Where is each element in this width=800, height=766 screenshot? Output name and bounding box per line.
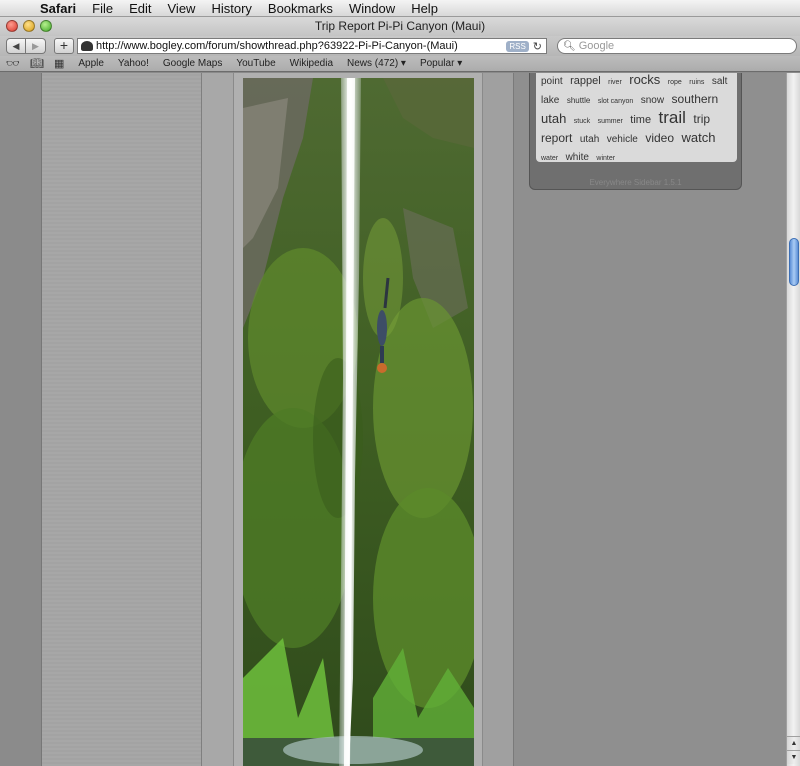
tag-link[interactable]: shuttle <box>567 96 591 105</box>
site-favicon-icon <box>81 41 93 51</box>
menu-edit[interactable]: Edit <box>121 1 159 16</box>
tag-link[interactable]: video <box>645 131 674 145</box>
tag-link[interactable]: point <box>541 76 563 87</box>
tag-link[interactable]: watch <box>681 130 715 145</box>
tag-link[interactable]: rocks <box>629 73 660 87</box>
tag-link[interactable]: rappel <box>570 75 601 87</box>
widget-footer: Everywhere Sidebar 1.5.1 <box>589 178 682 187</box>
tag-link[interactable]: trail <box>659 108 686 127</box>
tag-link[interactable]: southern <box>672 92 719 106</box>
tag-cloud-widget: point rappel river rocks rope ruins salt… <box>529 73 742 190</box>
url-text[interactable]: http://www.bogley.com/forum/showthread.p… <box>96 40 506 52</box>
browser-toolbar: ◀ ▶ + http://www.bogley.com/forum/showth… <box>0 36 800 56</box>
tag-link[interactable]: slot canyon <box>598 98 633 105</box>
scroll-up-icon[interactable]: ▲ <box>787 736 800 750</box>
minimize-window-icon[interactable] <box>23 20 35 32</box>
left-column <box>42 73 202 766</box>
search-field[interactable]: 🔍︎ Google <box>557 38 797 54</box>
search-placeholder: Google <box>578 40 615 52</box>
tag-link[interactable]: report <box>541 131 572 145</box>
scroll-arrows: ▲ ▼ <box>787 736 800 766</box>
bookmark-news-folder[interactable]: News (472) ▾ <box>347 58 406 69</box>
close-window-icon[interactable] <box>6 20 18 32</box>
bookmark-popular-folder[interactable]: Popular ▾ <box>420 58 462 69</box>
waterfall-photo <box>243 78 474 766</box>
search-icon[interactable]: 🔍︎ <box>563 41 576 52</box>
rss-button[interactable]: RSS <box>506 40 529 52</box>
vertical-scrollbar[interactable]: ▲ ▼ <box>786 73 800 766</box>
reading-glasses-icon[interactable]: 👓︎ <box>6 57 20 70</box>
forward-button[interactable]: ▶ <box>26 38 46 54</box>
page-content: point rappel river rocks rope ruins salt… <box>0 73 786 766</box>
add-bookmark-button[interactable]: + <box>54 38 74 54</box>
tag-link[interactable]: salt <box>712 76 728 87</box>
nav-buttons: ◀ ▶ <box>6 38 46 54</box>
menu-window[interactable]: Window <box>341 1 403 16</box>
reload-icon[interactable]: ↻ <box>533 40 542 53</box>
tag-link[interactable]: utah <box>580 134 599 145</box>
menu-help[interactable]: Help <box>403 1 446 16</box>
tag-link[interactable]: lake <box>541 95 559 106</box>
window-controls <box>6 20 52 32</box>
bookmarks-bar: 👓︎ 📖︎ ▦ Apple Yahoo! Google Maps YouTube… <box>0 56 800 72</box>
zoom-window-icon[interactable] <box>40 20 52 32</box>
tag-link[interactable]: river <box>608 79 622 86</box>
menu-history[interactable]: History <box>203 1 259 16</box>
tag-link[interactable]: ruins <box>689 79 704 86</box>
scroll-down-icon[interactable]: ▼ <box>787 750 800 764</box>
tag-link[interactable]: vehicle <box>607 134 638 145</box>
back-arrow-icon: ◀ <box>12 40 20 51</box>
tag-link[interactable]: white <box>566 152 589 163</box>
menu-view[interactable]: View <box>160 1 204 16</box>
tag-link[interactable]: time <box>630 114 651 126</box>
mac-menu-bar: Safari File Edit View History Bookmarks … <box>0 0 800 17</box>
bookmark-google-maps[interactable]: Google Maps <box>163 58 222 69</box>
tag-link[interactable]: summer <box>598 118 623 125</box>
tag-link[interactable]: trip <box>693 112 710 126</box>
back-button[interactable]: ◀ <box>6 38 26 54</box>
bookmark-youtube[interactable]: YouTube <box>236 58 275 69</box>
bookmark-yahoo[interactable]: Yahoo! <box>118 58 149 69</box>
window-title: Trip Report Pi-Pi Canyon (Maui) <box>314 19 486 33</box>
window-title-bar: Trip Report Pi-Pi Canyon (Maui) <box>0 17 800 36</box>
tag-link[interactable]: stuck <box>574 118 590 125</box>
menu-app-safari[interactable]: Safari <box>38 1 84 16</box>
forward-arrow-icon: ▶ <box>32 40 39 51</box>
menu-file[interactable]: File <box>84 1 121 16</box>
bookmark-wikipedia[interactable]: Wikipedia <box>290 58 333 69</box>
address-bar[interactable]: http://www.bogley.com/forum/showthread.p… <box>77 38 547 54</box>
tag-link[interactable]: winter <box>596 155 615 162</box>
scrollbar-thumb[interactable] <box>789 238 799 286</box>
left-margin <box>0 73 42 766</box>
bookmark-apple[interactable]: Apple <box>78 58 104 69</box>
tag-link[interactable]: water <box>541 155 558 162</box>
left-gutter <box>202 73 234 766</box>
tag-link[interactable]: rope <box>668 79 682 86</box>
right-gutter <box>482 73 514 766</box>
tag-link[interactable]: utah <box>541 111 566 126</box>
menu-bookmarks[interactable]: Bookmarks <box>260 1 341 16</box>
tag-link[interactable]: snow <box>641 95 664 106</box>
tag-cloud: point rappel river rocks rope ruins salt… <box>536 73 737 163</box>
top-sites-grid-icon[interactable]: ▦ <box>54 57 64 70</box>
open-book-icon[interactable]: 📖︎ <box>30 57 44 70</box>
